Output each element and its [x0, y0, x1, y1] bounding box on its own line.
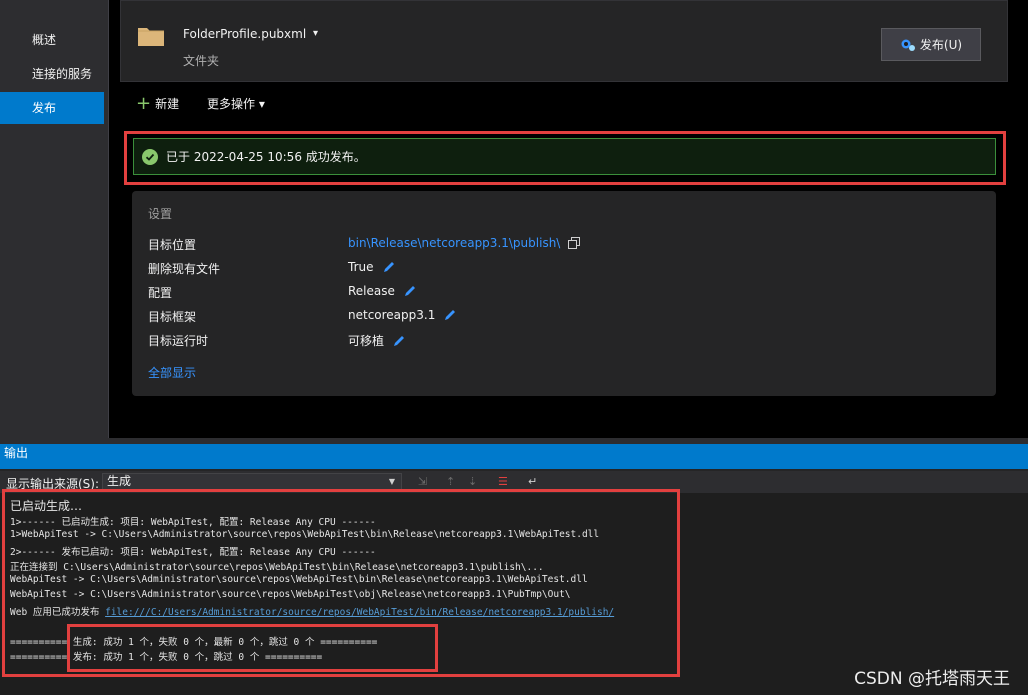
edit-pencil-icon[interactable] — [403, 284, 417, 298]
settings-title: 设置 — [148, 207, 173, 221]
output-title-bar: 输出 — [0, 444, 1028, 469]
publish-page: 概述 连接的服务 发布 FolderProfile.pubxml ▾ 文件夹 发… — [0, 0, 1028, 438]
folder-icon — [137, 25, 165, 51]
setting-row-configuration: 配置 Release — [148, 284, 988, 308]
profile-card: FolderProfile.pubxml ▾ 文件夹 发布(U) — [120, 0, 1008, 82]
publish-status-bar: 已于 2022-04-25 10:56 成功发布。 — [133, 138, 996, 175]
setting-label: 配置 — [148, 286, 173, 300]
sidebar: 概述 连接的服务 发布 — [0, 24, 104, 126]
new-profile-label: 新建 — [155, 97, 180, 111]
setting-value: netcoreapp3.1 — [348, 308, 457, 322]
sidebar-item-publish[interactable]: 发布 — [0, 92, 104, 124]
show-all-link[interactable]: 全部显示 — [148, 364, 196, 381]
configuration-value: Release — [348, 284, 395, 298]
success-check-icon — [142, 148, 158, 165]
profile-type: 文件夹 — [183, 54, 220, 68]
output-title: 输出 — [4, 446, 29, 460]
previous-message-icon[interactable]: ⇡ — [446, 475, 455, 488]
publish-status-message: 已于 2022-04-25 10:56 成功发布。 — [166, 150, 366, 164]
find-message-icon[interactable]: ⇲ — [418, 475, 427, 488]
chevron-down-icon: ▼ — [388, 477, 395, 486]
setting-row-target-location: 目标位置 bin\Release\netcoreapp3.1\publish\ — [148, 236, 988, 260]
highlight-frame-summary — [67, 624, 438, 672]
setting-value: 可移植 — [348, 332, 406, 349]
word-wrap-icon[interactable]: ↵ — [528, 475, 537, 488]
settings-panel: 设置 目标位置 bin\Release\netcoreapp3.1\publis… — [132, 191, 996, 396]
sidebar-item-overview[interactable]: 概述 — [0, 24, 104, 56]
target-location-link[interactable]: bin\Release\netcoreapp3.1\publish\ — [348, 236, 560, 250]
delete-existing-value: True — [348, 260, 374, 274]
output-source-select[interactable]: 生成 ▼ — [102, 473, 402, 490]
copy-icon[interactable] — [568, 237, 581, 249]
more-actions-button[interactable]: 更多操作 ▾ — [207, 95, 265, 112]
setting-row-delete-existing: 删除现有文件 True — [148, 260, 988, 284]
new-profile-button[interactable]: + 新建 — [136, 92, 180, 114]
output-source-value: 生成 — [107, 474, 132, 488]
setting-label: 删除现有文件 — [148, 262, 221, 276]
edit-pencil-icon[interactable] — [392, 334, 406, 348]
target-framework-value: netcoreapp3.1 — [348, 308, 436, 322]
setting-value: True — [348, 260, 396, 274]
setting-label: 目标框架 — [148, 310, 197, 324]
setting-row-target-runtime: 目标运行时 可移植 — [148, 332, 988, 356]
target-runtime-value: 可移植 — [348, 334, 385, 348]
clear-all-icon[interactable]: ☰ — [498, 475, 508, 488]
profile-dropdown-icon[interactable]: ▾ — [313, 28, 318, 39]
setting-row-target-framework: 目标框架 netcoreapp3.1 — [148, 308, 988, 332]
edit-pencil-icon[interactable] — [443, 308, 457, 322]
profile-name[interactable]: FolderProfile.pubxml — [183, 27, 306, 41]
setting-value: Release — [348, 284, 417, 298]
setting-label: 目标运行时 — [148, 334, 209, 348]
watermark: CSDN @托塔雨天王 — [854, 669, 1010, 689]
setting-value[interactable]: bin\Release\netcoreapp3.1\publish\ — [348, 236, 581, 250]
edit-pencil-icon[interactable] — [382, 260, 396, 274]
publish-button[interactable]: 发布(U) — [881, 28, 981, 61]
setting-label: 目标位置 — [148, 238, 197, 252]
plus-icon: + — [136, 92, 152, 114]
next-message-icon[interactable]: ⇣ — [468, 475, 477, 488]
publish-button-label: 发布(U) — [919, 38, 963, 52]
publish-icon — [901, 39, 915, 51]
sidebar-item-connected-services[interactable]: 连接的服务 — [0, 58, 104, 90]
